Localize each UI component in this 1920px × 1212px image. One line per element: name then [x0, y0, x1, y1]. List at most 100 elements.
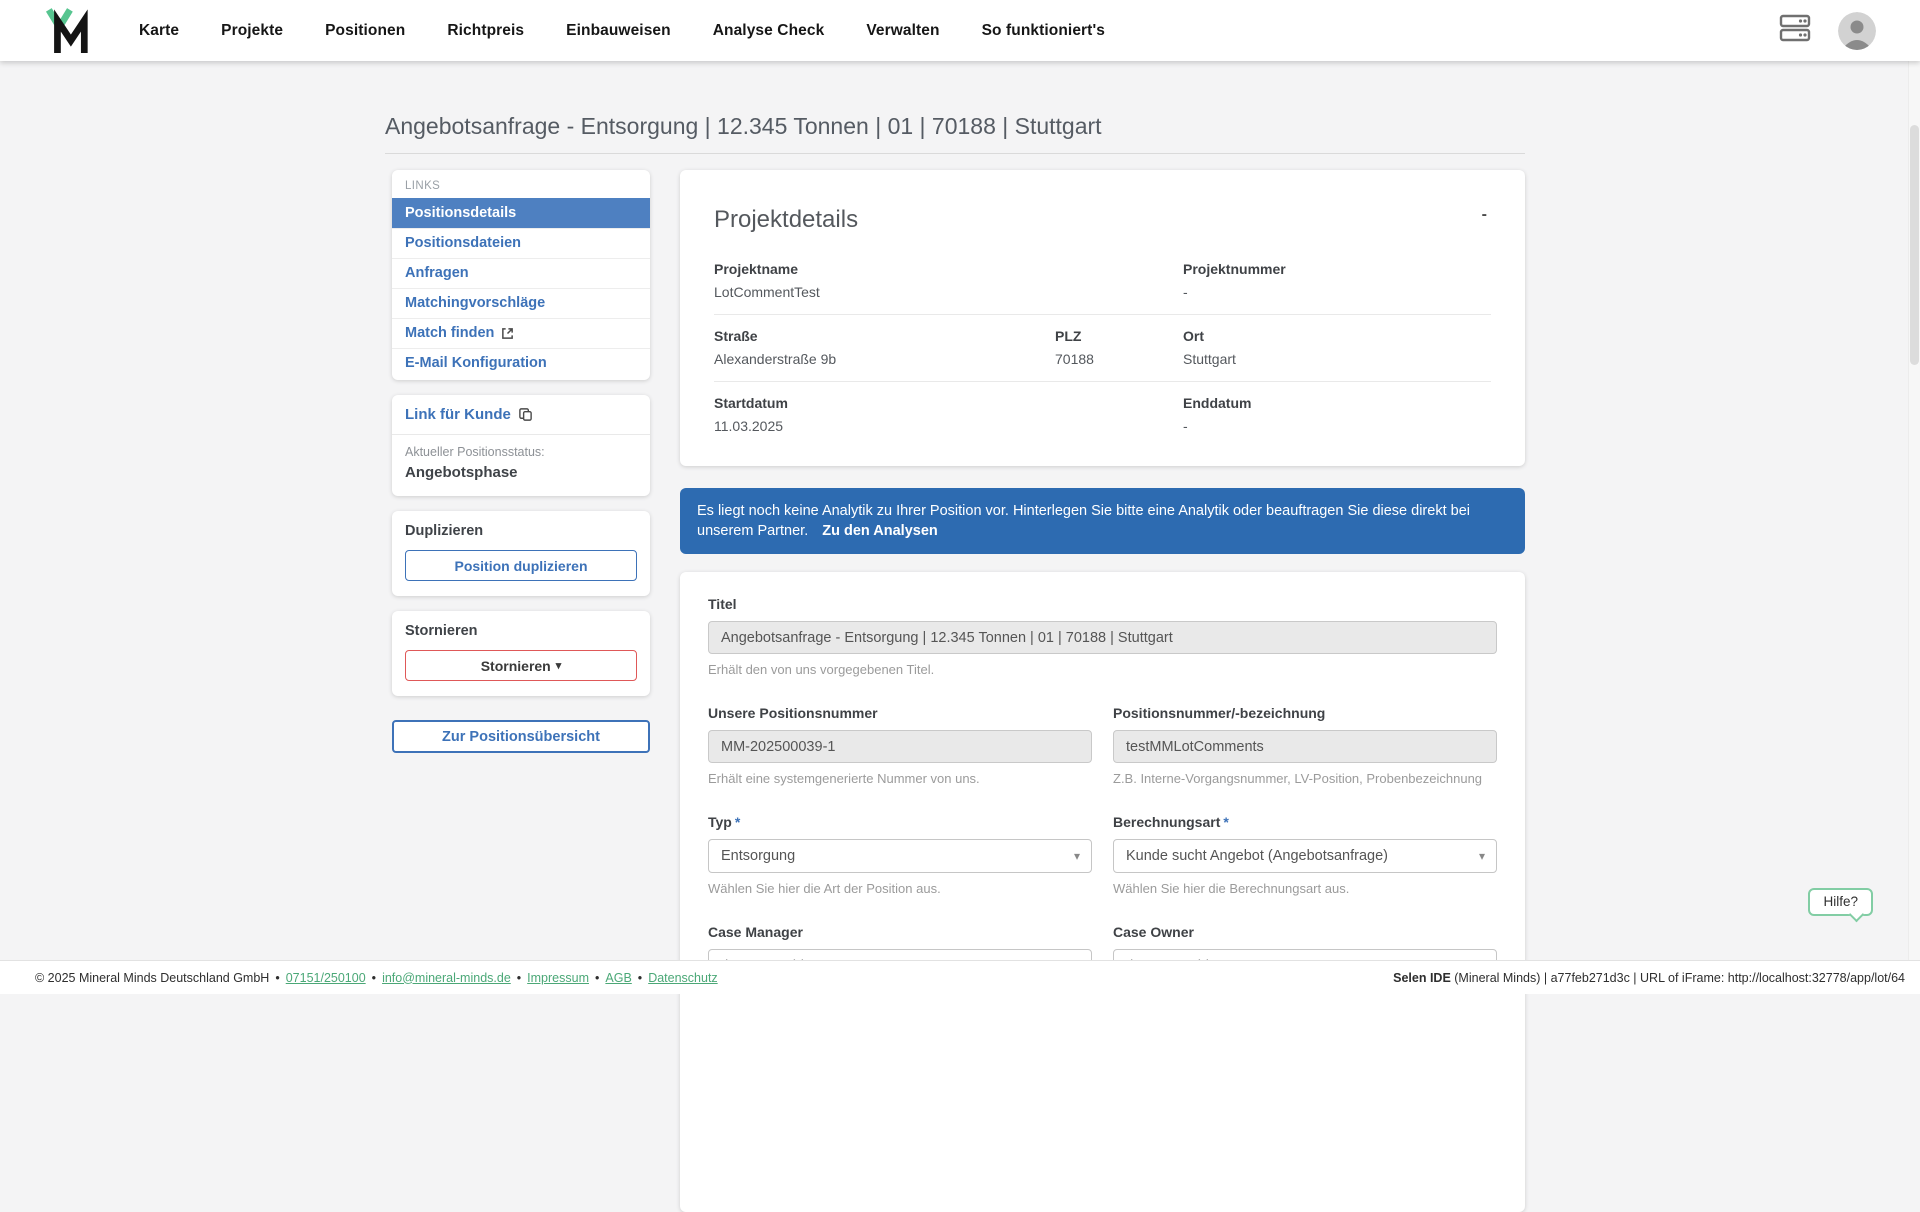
- nav-item-verwalten[interactable]: Verwalten: [866, 22, 939, 40]
- agb-link[interactable]: AGB: [605, 971, 631, 985]
- cancel-header: Stornieren: [405, 623, 637, 639]
- sidebar-item-label: Positionsdetails: [405, 205, 516, 221]
- typ-select[interactable]: Entsorgung ▾: [708, 839, 1092, 873]
- external-link-icon: [501, 327, 514, 340]
- sidebar-item-positionsdateien[interactable]: Positionsdateien: [392, 228, 650, 258]
- main-content: Projektdetails - Projektname LotCommentT…: [680, 170, 1525, 1212]
- position-form-card: Titel Erhält den von uns vorgegebenen Ti…: [680, 572, 1525, 1212]
- project-details-row: Projektname LotCommentTest Projektnummer…: [714, 248, 1491, 315]
- titel-help-text: Erhält den von uns vorgegebenen Titel.: [708, 662, 1497, 677]
- position-status-value: Angebotsphase: [405, 464, 637, 481]
- footer-separator: •: [517, 971, 521, 985]
- main-nav: Karte Projekte Positionen Richtpreis Ein…: [139, 22, 1105, 40]
- position-number-label: Positionsnummer/-bezeichnung: [1113, 705, 1497, 721]
- type-row: Typ* Entsorgung ▾ Wählen Sie hier die Ar…: [708, 814, 1497, 896]
- sidebar-item-match-finden[interactable]: Match finden: [392, 318, 650, 348]
- project-details-row: Startdatum 11.03.2025 Enddatum -: [714, 382, 1491, 448]
- titel-input[interactable]: [708, 621, 1497, 654]
- mineral-minds-logo[interactable]: [45, 7, 91, 55]
- impressum-link[interactable]: Impressum: [527, 971, 589, 985]
- phone-link[interactable]: 07151/250100: [286, 971, 366, 985]
- sidebar-item-anfragen[interactable]: Anfragen: [392, 258, 650, 288]
- berechnungsart-selected-value: Kunde sucht Angebot (Angebotsanfrage): [1126, 848, 1388, 864]
- typ-help-text: Wählen Sie hier die Art der Position aus…: [708, 881, 1092, 896]
- field-value: -: [1183, 284, 1491, 300]
- sidebar-item-positionsdetails[interactable]: Positionsdetails: [392, 198, 650, 228]
- titel-label: Titel: [708, 596, 1497, 612]
- nav-item-einbauweisen[interactable]: Einbauweisen: [566, 22, 671, 40]
- our-number-input[interactable]: [708, 730, 1092, 763]
- cancel-card: Stornieren Stornieren ▾: [392, 611, 650, 696]
- typ-selected-value: Entsorgung: [721, 848, 795, 864]
- customer-link-card: Link für Kunde Aktueller Positionsstatus…: [392, 395, 650, 496]
- field-value: -: [1183, 418, 1491, 434]
- typ-label: Typ*: [708, 814, 1092, 830]
- our-number-field-group: Unsere Positionsnummer Erhält eine syste…: [708, 705, 1092, 786]
- sidebar-links-header: LINKS: [392, 170, 650, 198]
- berechnungsart-label: Berechnungsart*: [1113, 814, 1497, 830]
- customer-link[interactable]: Link für Kunde: [405, 406, 637, 423]
- copy-icon: [518, 407, 533, 422]
- field-projektnummer: Projektnummer -: [1183, 261, 1491, 300]
- footer-left: © 2025 Mineral Minds Deutschland GmbH • …: [35, 971, 718, 985]
- case-owner-label: Case Owner: [1113, 924, 1497, 940]
- typ-field-group: Typ* Entsorgung ▾ Wählen Sie hier die Ar…: [708, 814, 1092, 896]
- berechnungsart-label-text: Berechnungsart: [1113, 814, 1220, 830]
- sidebar-item-matchingvorschlaege[interactable]: Matchingvorschläge: [392, 288, 650, 318]
- nav-item-so-funktionierts[interactable]: So funktioniert's: [982, 22, 1105, 40]
- duplicate-header: Duplizieren: [405, 523, 637, 539]
- berechnungsart-help-text: Wählen Sie hier die Berechnungsart aus.: [1113, 881, 1497, 896]
- sidebar-item-email-konfiguration[interactable]: E-Mail Konfiguration: [392, 348, 650, 378]
- scrollbar-thumb[interactable]: [1910, 125, 1919, 365]
- position-overview-button[interactable]: Zur Positionsübersicht: [392, 720, 650, 753]
- ide-name: Selen IDE: [1393, 971, 1451, 985]
- field-value: 11.03.2025: [714, 418, 1183, 434]
- go-to-analyses-link[interactable]: Zu den Analysen: [822, 523, 937, 539]
- footer-bar: © 2025 Mineral Minds Deutschland GmbH • …: [0, 960, 1920, 994]
- nav-item-projekte[interactable]: Projekte: [221, 22, 283, 40]
- duplicate-position-button[interactable]: Position duplizieren: [405, 550, 637, 581]
- sidebar-item-label: Anfragen: [405, 265, 469, 281]
- project-details-title: Projektdetails: [714, 206, 1491, 234]
- banner-text: Es liegt noch keine Analytik zu Ihrer Po…: [697, 503, 1470, 539]
- page-header: Angebotsanfrage - Entsorgung | 12.345 To…: [385, 112, 1525, 154]
- dropdown-caret-icon: ▾: [1479, 849, 1485, 863]
- sidebar-item-label: Matchingvorschläge: [405, 295, 545, 311]
- dropdown-caret-icon: ▾: [1074, 849, 1080, 863]
- field-label: Ort: [1183, 328, 1491, 344]
- datenschutz-link[interactable]: Datenschutz: [648, 971, 717, 985]
- field-value: LotCommentTest: [714, 284, 1183, 300]
- user-avatar-icon[interactable]: [1838, 12, 1876, 50]
- top-navigation-bar: Karte Projekte Positionen Richtpreis Ein…: [0, 0, 1920, 61]
- help-button[interactable]: Hilfe?: [1808, 888, 1873, 916]
- dropdown-caret-icon: ▾: [556, 659, 562, 672]
- nav-item-analyse-check[interactable]: Analyse Check: [713, 22, 825, 40]
- analytics-info-banner: Es liegt noch keine Analytik zu Ihrer Po…: [680, 488, 1525, 554]
- berechnungsart-select[interactable]: Kunde sucht Angebot (Angebotsanfrage) ▾: [1113, 839, 1497, 873]
- footer-separator: •: [372, 971, 376, 985]
- collapse-card-button[interactable]: -: [1474, 202, 1495, 228]
- position-number-field-group: Positionsnummer/-bezeichnung Z.B. Intern…: [1113, 705, 1497, 786]
- field-projektname: Projektname LotCommentTest: [714, 261, 1183, 300]
- field-ort: Ort Stuttgart: [1183, 328, 1491, 367]
- field-value: 70188: [1055, 351, 1183, 367]
- field-label: Projektnummer: [1183, 261, 1491, 277]
- position-number-input[interactable]: [1113, 730, 1497, 763]
- field-strasse: Straße Alexanderstraße 9b: [714, 328, 1055, 367]
- sidebar-item-label: E-Mail Konfiguration: [405, 355, 547, 371]
- nav-item-positionen[interactable]: Positionen: [325, 22, 405, 40]
- position-status-label: Aktueller Positionsstatus:: [405, 445, 637, 459]
- field-label: Straße: [714, 328, 1055, 344]
- divider: [392, 434, 650, 435]
- server-rows-icon[interactable]: [1779, 14, 1812, 47]
- project-details-card: Projektdetails - Projektname LotCommentT…: [680, 170, 1525, 466]
- email-link[interactable]: info@mineral-minds.de: [382, 971, 511, 985]
- cancel-position-button[interactable]: Stornieren ▾: [405, 650, 637, 681]
- footer-separator: •: [275, 971, 279, 985]
- sidebar: LINKS Positionsdetails Positionsdateien …: [392, 170, 650, 753]
- nav-item-richtpreis[interactable]: Richtpreis: [447, 22, 524, 40]
- page-scrollbar[interactable]: [1908, 61, 1920, 994]
- duplicate-card: Duplizieren Position duplizieren: [392, 511, 650, 596]
- nav-item-karte[interactable]: Karte: [139, 22, 179, 40]
- case-manager-label: Case Manager: [708, 924, 1092, 940]
